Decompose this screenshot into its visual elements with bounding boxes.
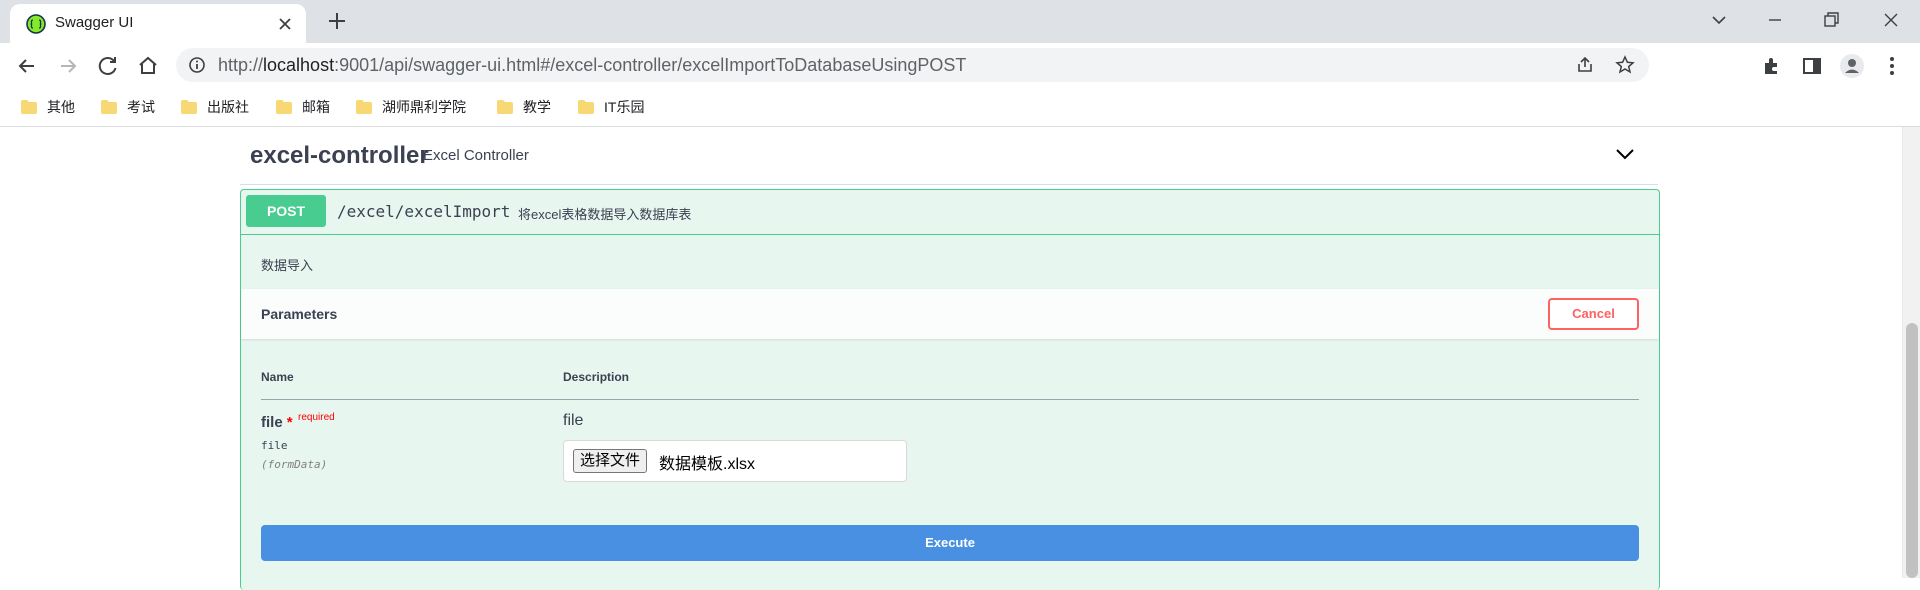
extensions-icon[interactable] — [1758, 52, 1786, 80]
side-panel-icon[interactable] — [1798, 52, 1826, 80]
folder-icon — [276, 100, 292, 114]
page-scrollbar[interactable] — [1902, 127, 1920, 578]
bookmark-label: 考试 — [127, 99, 155, 115]
section-title: excel-controller — [250, 142, 429, 169]
operation-block: POST /excel/excelImport 将excel表格数据导入数据库表… — [240, 189, 1660, 590]
bookmark-folder[interactable]: 教学 — [497, 97, 551, 117]
required-label: required — [298, 412, 335, 423]
bookmark-label: IT乐园 — [604, 99, 645, 115]
operation-path: /excel/excelImport — [337, 202, 511, 221]
operation-summary-text: 将excel表格数据导入数据库表 — [518, 207, 692, 222]
table-divider — [261, 399, 1639, 400]
bookmark-folder[interactable]: 出版社 — [181, 97, 249, 117]
parameter-location: (formData) — [261, 458, 328, 471]
operation-summary[interactable]: POST /excel/excelImport 将excel表格数据导入数据库表 — [241, 190, 1659, 235]
column-header-description: Description — [563, 370, 630, 384]
restore-icon[interactable] — [1817, 8, 1845, 32]
share-icon[interactable] — [1575, 55, 1595, 75]
section-header[interactable]: excel-controller Excel Controller — [240, 127, 1658, 185]
selected-file-name: 数据模板.xlsx — [659, 456, 756, 473]
folder-icon — [21, 100, 37, 114]
url-scheme: http:// — [218, 55, 264, 75]
site-info-icon[interactable] — [188, 56, 206, 74]
bookmark-folder[interactable]: 湖师鼎利学院 — [356, 97, 466, 117]
bookmark-label: 其他 — [47, 99, 75, 115]
bookmark-folder[interactable]: 其他 — [21, 97, 75, 117]
folder-icon — [356, 100, 372, 114]
close-tab-icon[interactable] — [274, 13, 296, 35]
url-text[interactable]: http://localhost:9001/api/swagger-ui.htm… — [218, 55, 966, 75]
swagger-favicon-icon — [26, 14, 46, 34]
method-badge: POST — [246, 195, 326, 227]
tab-title: Swagger UI — [55, 14, 134, 31]
folder-icon — [578, 100, 594, 114]
menu-dots-icon[interactable] — [1878, 52, 1906, 80]
page-content: excel-controller Excel Controller POST /… — [0, 127, 1920, 590]
bookmarks-bar: 其他 考试 出版社 邮箱 湖师鼎利学院 教学 IT乐园 — [0, 88, 1920, 127]
chevron-down-icon[interactable] — [1614, 143, 1636, 165]
close-window-icon[interactable] — [1877, 8, 1905, 32]
bookmark-star-icon[interactable] — [1615, 55, 1635, 75]
choose-file-button[interactable]: 选择文件 — [573, 449, 648, 473]
folder-icon — [497, 100, 513, 114]
required-star: * — [286, 414, 293, 431]
execute-button[interactable]: Execute — [261, 525, 1639, 561]
bookmark-label: 出版社 — [207, 99, 249, 115]
file-input[interactable]: 选择文件 数据模板.xlsx — [563, 440, 907, 482]
bookmark-folder[interactable]: 考试 — [101, 97, 155, 117]
bookmark-folder[interactable]: 邮箱 — [276, 97, 330, 117]
home-icon[interactable] — [134, 52, 162, 80]
parameter-name-text: file — [261, 414, 283, 431]
back-icon[interactable] — [13, 52, 41, 80]
bookmark-label: 邮箱 — [302, 99, 330, 115]
url-host: localhost — [263, 55, 335, 75]
parameter-description: file — [563, 412, 584, 429]
url-rest: :9001/api/swagger-ui.html#/excel-control… — [334, 55, 967, 75]
cancel-button[interactable]: Cancel — [1548, 298, 1639, 330]
parameters-header: Parameters Cancel — [241, 289, 1659, 339]
parameters-title: Parameters — [261, 306, 338, 322]
operation-description: 数据导入 — [261, 258, 314, 273]
forward-icon[interactable] — [54, 52, 82, 80]
minimize-icon[interactable] — [1761, 8, 1789, 32]
tab-strip: Swagger UI — [0, 0, 1920, 43]
bookmark-label: 教学 — [523, 99, 551, 115]
parameter-name: file * — [261, 414, 293, 431]
parameter-type: file — [261, 439, 288, 452]
tab-search-chevron-icon[interactable] — [1705, 8, 1733, 32]
bookmark-folder[interactable]: IT乐园 — [578, 97, 644, 117]
profile-avatar-icon[interactable] — [1838, 52, 1866, 80]
bookmark-label: 湖师鼎利学院 — [382, 99, 466, 115]
browser-toolbar: http://localhost:9001/api/swagger-ui.htm… — [0, 43, 1920, 88]
section-description: Excel Controller — [423, 147, 529, 164]
reload-icon[interactable] — [94, 52, 122, 80]
address-bar[interactable]: http://localhost:9001/api/swagger-ui.htm… — [176, 48, 1649, 82]
scrollbar-thumb[interactable] — [1906, 323, 1918, 578]
folder-icon — [181, 100, 197, 114]
folder-icon — [101, 100, 117, 114]
new-tab-icon[interactable] — [324, 8, 350, 34]
column-header-name: Name — [261, 370, 294, 384]
browser-tab[interactable]: Swagger UI — [10, 4, 306, 43]
